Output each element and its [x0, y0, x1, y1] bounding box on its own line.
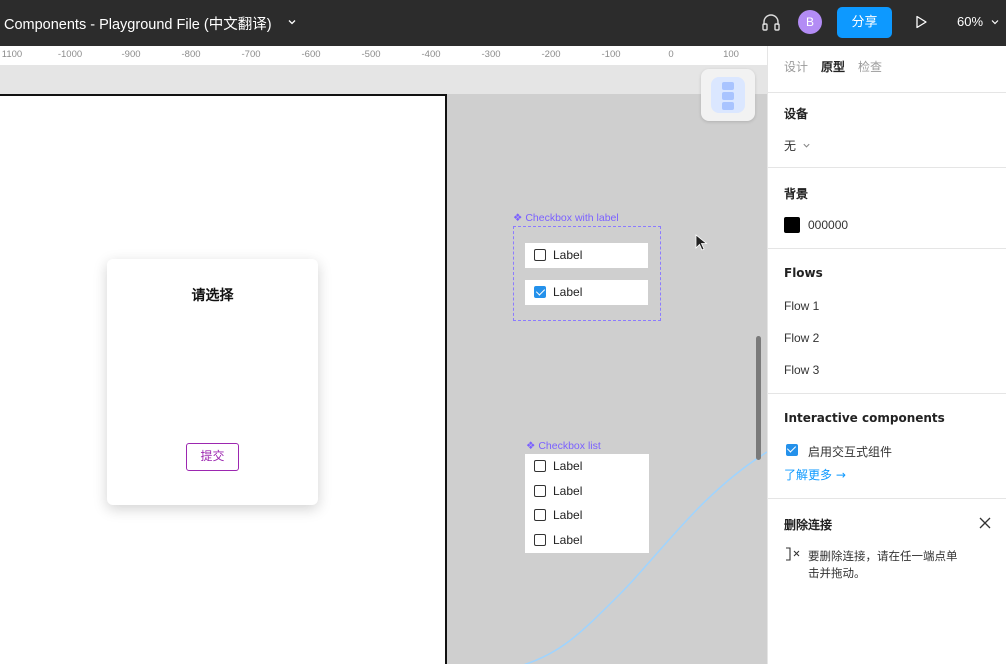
- checkbox[interactable]: [534, 460, 546, 472]
- checkbox[interactable]: [534, 534, 546, 546]
- interactive-checkbox-label: 启用交互式组件: [808, 445, 893, 459]
- component-selection-box[interactable]: Label Label: [513, 226, 661, 321]
- device-select[interactable]: 无: [784, 137, 811, 154]
- ruler-tick: -600: [301, 49, 321, 60]
- checkbox[interactable]: [534, 509, 546, 521]
- device-section: 设备 无: [768, 92, 1006, 168]
- ruler-tick: -200: [541, 49, 561, 60]
- top-bar: Components - Playground File (中文翻译) B 分享…: [0, 0, 1006, 46]
- background-hex[interactable]: 000000: [808, 218, 848, 232]
- delete-hint-line: 要删除连接，请在任一端点单: [808, 549, 958, 563]
- checkbox-row[interactable]: Label: [525, 503, 648, 528]
- section-title: Interactive components: [784, 411, 945, 425]
- tab-inspect[interactable]: 检查: [858, 58, 882, 75]
- tab-design[interactable]: 设计: [784, 58, 808, 75]
- color-swatch[interactable]: [784, 217, 800, 233]
- ruler-band: [0, 66, 767, 94]
- ruler-tick: 0: [668, 49, 674, 60]
- flows-section: Flows Flow 1 Flow 2 Flow 3: [768, 248, 1006, 394]
- close-icon[interactable]: [979, 517, 991, 529]
- ruler-tick: 100: [723, 49, 739, 60]
- background-section: 背景 000000: [768, 167, 1006, 249]
- canvas-scrollbar[interactable]: [756, 336, 761, 460]
- checkbox[interactable]: [534, 249, 546, 261]
- checkbox-label: Label: [553, 248, 583, 262]
- section-title: 删除连接: [784, 518, 833, 532]
- plugin-icon: [711, 77, 745, 113]
- checkbox-list[interactable]: Label Label Label Label: [525, 454, 649, 553]
- properties-panel: 设计 原型 检查 设备 无 背景 000000 Flows Flow 1 Flow …: [767, 46, 1006, 664]
- checkbox-label: Label: [553, 285, 583, 299]
- device-value: 无: [784, 139, 797, 153]
- interactive-components-section: Interactive components 启用交互式组件 了解更多 →: [768, 393, 1006, 499]
- chevron-down-icon: [803, 143, 810, 148]
- flow-item[interactable]: Flow 2: [784, 331, 819, 345]
- component-name[interactable]: ❖ Checkbox with label: [513, 212, 619, 224]
- zoom-level[interactable]: 60%: [957, 14, 983, 29]
- section-title: Flows: [784, 266, 823, 280]
- checkbox-label: Label: [553, 508, 583, 522]
- delete-connection-section: 删除连接 要删除连接，请在任一端点单 击并拖动。: [768, 498, 1006, 664]
- checkbox-checked[interactable]: [786, 444, 798, 456]
- share-button[interactable]: 分享: [837, 7, 892, 38]
- checkbox-row[interactable]: Label: [525, 243, 648, 268]
- flow-item[interactable]: Flow 3: [784, 363, 819, 377]
- checkbox-checked[interactable]: [534, 286, 546, 298]
- headphones-icon[interactable]: [760, 11, 782, 33]
- chevron-down-icon[interactable]: [286, 16, 298, 28]
- ruler-tick: -100: [601, 49, 621, 60]
- prototype-connection-line[interactable]: [0, 94, 767, 664]
- ruler-tick: -400: [421, 49, 441, 60]
- ruler-tick: -800: [181, 49, 201, 60]
- ruler-tick: -500: [361, 49, 381, 60]
- section-title: 背景: [784, 187, 809, 201]
- checkbox-label: Label: [553, 484, 583, 498]
- ruler-tick: 1100: [1, 49, 23, 60]
- checkbox[interactable]: [534, 485, 546, 497]
- learn-more-link[interactable]: 了解更多 →: [784, 466, 846, 483]
- panel-tabs: 设计 原型 检查: [784, 58, 895, 75]
- horizontal-ruler: 1100 -1000 -900 -800 -700 -600 -500 -400…: [0, 46, 767, 66]
- plugin-widget[interactable]: [701, 69, 755, 121]
- checkbox-row[interactable]: Label: [525, 528, 648, 553]
- design-canvas[interactable]: 请选择 提交 ❖ Checkbox with label Label Label…: [0, 94, 767, 664]
- ruler-tick: -900: [121, 49, 141, 60]
- mouse-cursor-icon: [695, 234, 708, 251]
- play-icon[interactable]: [913, 14, 929, 30]
- ruler-tick: -300: [481, 49, 501, 60]
- chevron-down-icon[interactable]: [990, 17, 1000, 27]
- section-title: 设备: [784, 107, 809, 121]
- avatar[interactable]: B: [798, 10, 822, 34]
- component-name[interactable]: ❖ Checkbox list: [526, 440, 601, 452]
- checkbox-row[interactable]: Label: [525, 280, 648, 305]
- checkbox-row[interactable]: Label: [525, 479, 648, 504]
- checkbox-label: Label: [553, 459, 583, 473]
- checkbox-row[interactable]: Label: [525, 454, 648, 479]
- ruler-tick: -1000: [57, 49, 83, 60]
- disconnect-icon: [786, 547, 800, 561]
- flow-item[interactable]: Flow 1: [784, 299, 819, 313]
- ruler-tick: -700: [241, 49, 261, 60]
- file-title[interactable]: Components - Playground File (中文翻译): [4, 13, 272, 34]
- tab-prototype[interactable]: 原型: [821, 58, 845, 75]
- delete-hint-line: 击并拖动。: [808, 566, 866, 580]
- checkbox-label: Label: [553, 533, 583, 547]
